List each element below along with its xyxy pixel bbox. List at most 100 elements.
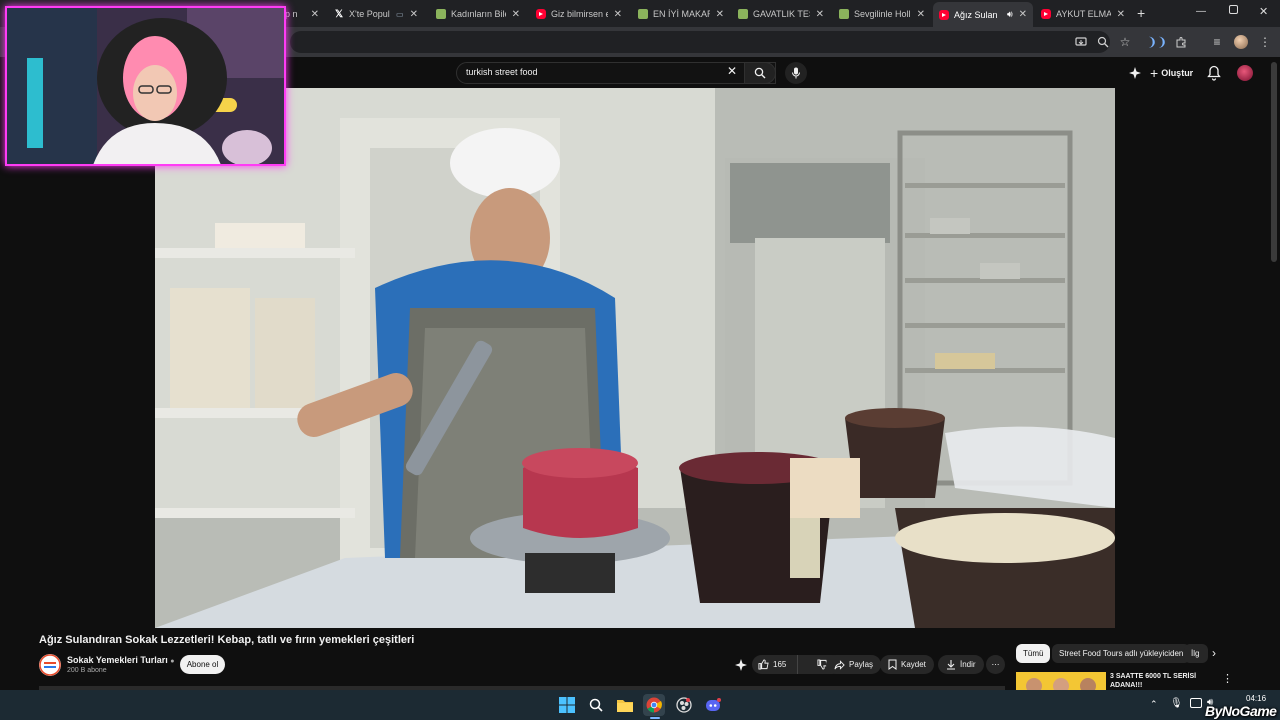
- close-icon[interactable]: ✕: [917, 9, 925, 20]
- channel-name[interactable]: Sokak Yemekleri Turları ●: [67, 655, 174, 665]
- voice-search-button[interactable]: [785, 62, 807, 84]
- display-tray-icon[interactable]: [1190, 698, 1202, 708]
- clear-search-icon[interactable]: ✕: [727, 64, 737, 78]
- page-scrollbar[interactable]: [1271, 62, 1277, 262]
- speaker-icon[interactable]: 🔊︎: [1007, 9, 1013, 20]
- channel-avatar[interactable]: [39, 654, 61, 676]
- close-icon[interactable]: ✕: [410, 9, 418, 20]
- create-label: Oluştur: [1161, 68, 1194, 78]
- video-player[interactable]: [155, 88, 1115, 628]
- windows-taskbar: [0, 690, 1280, 720]
- create-button[interactable]: + Oluştur: [1150, 64, 1193, 82]
- search-button[interactable]: [744, 62, 776, 84]
- video-title: Ağız Sulandıran Sokak Lezzetleri! Kebap,…: [39, 634, 415, 646]
- save-button[interactable]: Kaydet: [880, 655, 934, 674]
- browser-tab[interactable]: EN İYİ MAKARN ✕: [632, 4, 730, 24]
- streamer-webcam-overlay: [5, 6, 286, 166]
- like-count: 165: [773, 660, 787, 669]
- x-icon: 𝕏: [334, 8, 344, 20]
- recommendation-thumbnail[interactable]: [1016, 672, 1106, 690]
- chip-all[interactable]: Tümü: [1016, 644, 1051, 663]
- media-queue-icon[interactable]: ≡: [1208, 33, 1226, 51]
- new-tab-button[interactable]: +: [1137, 5, 1145, 21]
- youtube-icon: [536, 9, 546, 19]
- taskbar-search-icon[interactable]: [585, 694, 607, 716]
- browser-tab[interactable]: p n ✕: [285, 4, 325, 24]
- active-app-indicator: [650, 717, 660, 719]
- browser-menu-icon[interactable]: ⋮: [1256, 33, 1274, 51]
- recommendation-title[interactable]: 3 SAATTE 6000 TL SERİSİ ADANA!!!: [1110, 672, 1210, 690]
- channel-name-text: Sokak Yemekleri Turları: [67, 655, 168, 665]
- more-icon: ⋯: [991, 660, 1000, 669]
- share-icon: [834, 659, 845, 670]
- video-frame: [155, 88, 1115, 628]
- browser-tab[interactable]: AYKUT ELMAS ✕: [1035, 4, 1131, 24]
- chevron-right-icon[interactable]: ›: [1212, 646, 1216, 660]
- subscribe-button[interactable]: Abone ol: [180, 655, 225, 674]
- browser-tab[interactable]: Sevgilinle Holl ✕: [833, 4, 931, 24]
- search-icon: [754, 67, 766, 79]
- cast-icon: ▭: [396, 9, 404, 19]
- restore-icon[interactable]: [1229, 5, 1238, 14]
- more-actions-button[interactable]: ⋯: [986, 655, 1005, 674]
- tray-overflow-icon[interactable]: ⌃: [1150, 699, 1158, 710]
- tab-title: Sevgilinle Holl: [854, 9, 911, 19]
- browser-tab[interactable]: 𝕏 X'te Popul ▭ ✕: [328, 4, 424, 24]
- discord-icon[interactable]: [702, 694, 724, 716]
- tab-title: p n: [285, 9, 298, 19]
- close-window-icon[interactable]: ✕: [1259, 5, 1268, 18]
- save-label: Kaydet: [901, 660, 926, 669]
- close-icon[interactable]: ✕: [1117, 9, 1125, 20]
- search-query-text[interactable]: turkish street food: [466, 67, 538, 77]
- chip-related[interactable]: İlg: [1184, 644, 1208, 663]
- microphone-tray-icon[interactable]: 🎙︎: [1170, 698, 1183, 709]
- minimize-icon[interactable]: —: [1196, 6, 1206, 17]
- browser-tab[interactable]: Kadınların Bile ✕: [430, 4, 526, 24]
- taskbar-clock[interactable]: 04:16: [1246, 694, 1266, 703]
- plus-icon: +: [1150, 65, 1159, 81]
- game-icon: [839, 9, 849, 19]
- extension-audio-icon[interactable]: ❩❩: [1147, 33, 1167, 51]
- thumbs-up-icon: [758, 659, 769, 670]
- zoom-icon[interactable]: [1094, 33, 1112, 51]
- share-label: Paylaş: [849, 660, 874, 669]
- save-bookmark-icon: [888, 659, 897, 670]
- recommendation-menu-icon[interactable]: ⋮: [1222, 672, 1233, 685]
- game-icon: [638, 9, 648, 19]
- tab-title: Giz bilmirsen e: [551, 9, 608, 19]
- game-icon: [738, 9, 748, 19]
- download-button[interactable]: İndir: [938, 655, 984, 674]
- close-icon[interactable]: ✕: [716, 9, 724, 20]
- ai-spark-icon[interactable]: [1128, 66, 1142, 80]
- like-button[interactable]: 165: [752, 655, 799, 674]
- file-explorer-icon[interactable]: [614, 694, 636, 716]
- chip-from-uploader[interactable]: Street Food Tours adlı yükleyiciden: [1052, 644, 1191, 663]
- ask-ai-icon[interactable]: [734, 658, 748, 672]
- tab-title: AYKUT ELMAS: [1056, 9, 1111, 19]
- close-icon[interactable]: ✕: [512, 9, 520, 20]
- close-icon[interactable]: ✕: [1019, 9, 1027, 20]
- address-bar[interactable]: [290, 31, 1110, 53]
- windows-start-icon[interactable]: [556, 694, 578, 716]
- browser-tab[interactable]: Giz bilmirsen e ✕: [530, 4, 628, 24]
- download-label: İndir: [960, 660, 976, 669]
- profile-avatar[interactable]: [1232, 33, 1250, 51]
- close-icon[interactable]: ✕: [311, 9, 319, 20]
- browser-tab[interactable]: GAVATLIK TEST ✕: [732, 4, 830, 24]
- extensions-puzzle-icon[interactable]: [1172, 33, 1190, 51]
- close-icon[interactable]: ✕: [816, 9, 824, 20]
- notifications-bell-icon[interactable]: [1207, 65, 1221, 81]
- tab-title: Ağız Sulan: [954, 9, 998, 20]
- close-icon[interactable]: ✕: [614, 9, 622, 20]
- microphone-icon: [792, 67, 800, 79]
- youtube-icon: [939, 9, 949, 20]
- streamer-watermark: ByNoGame: [1205, 703, 1277, 719]
- user-avatar[interactable]: [1237, 65, 1253, 81]
- install-app-icon[interactable]: [1072, 33, 1090, 51]
- tab-title: EN İYİ MAKARN: [653, 9, 710, 19]
- share-button[interactable]: Paylaş: [826, 655, 882, 674]
- bookmark-star-icon[interactable]: ☆: [1116, 33, 1134, 51]
- browser-tab-active[interactable]: Ağız Sulan 🔊︎ ✕: [933, 2, 1033, 27]
- chrome-icon[interactable]: [643, 694, 665, 716]
- obs-icon[interactable]: [673, 694, 695, 716]
